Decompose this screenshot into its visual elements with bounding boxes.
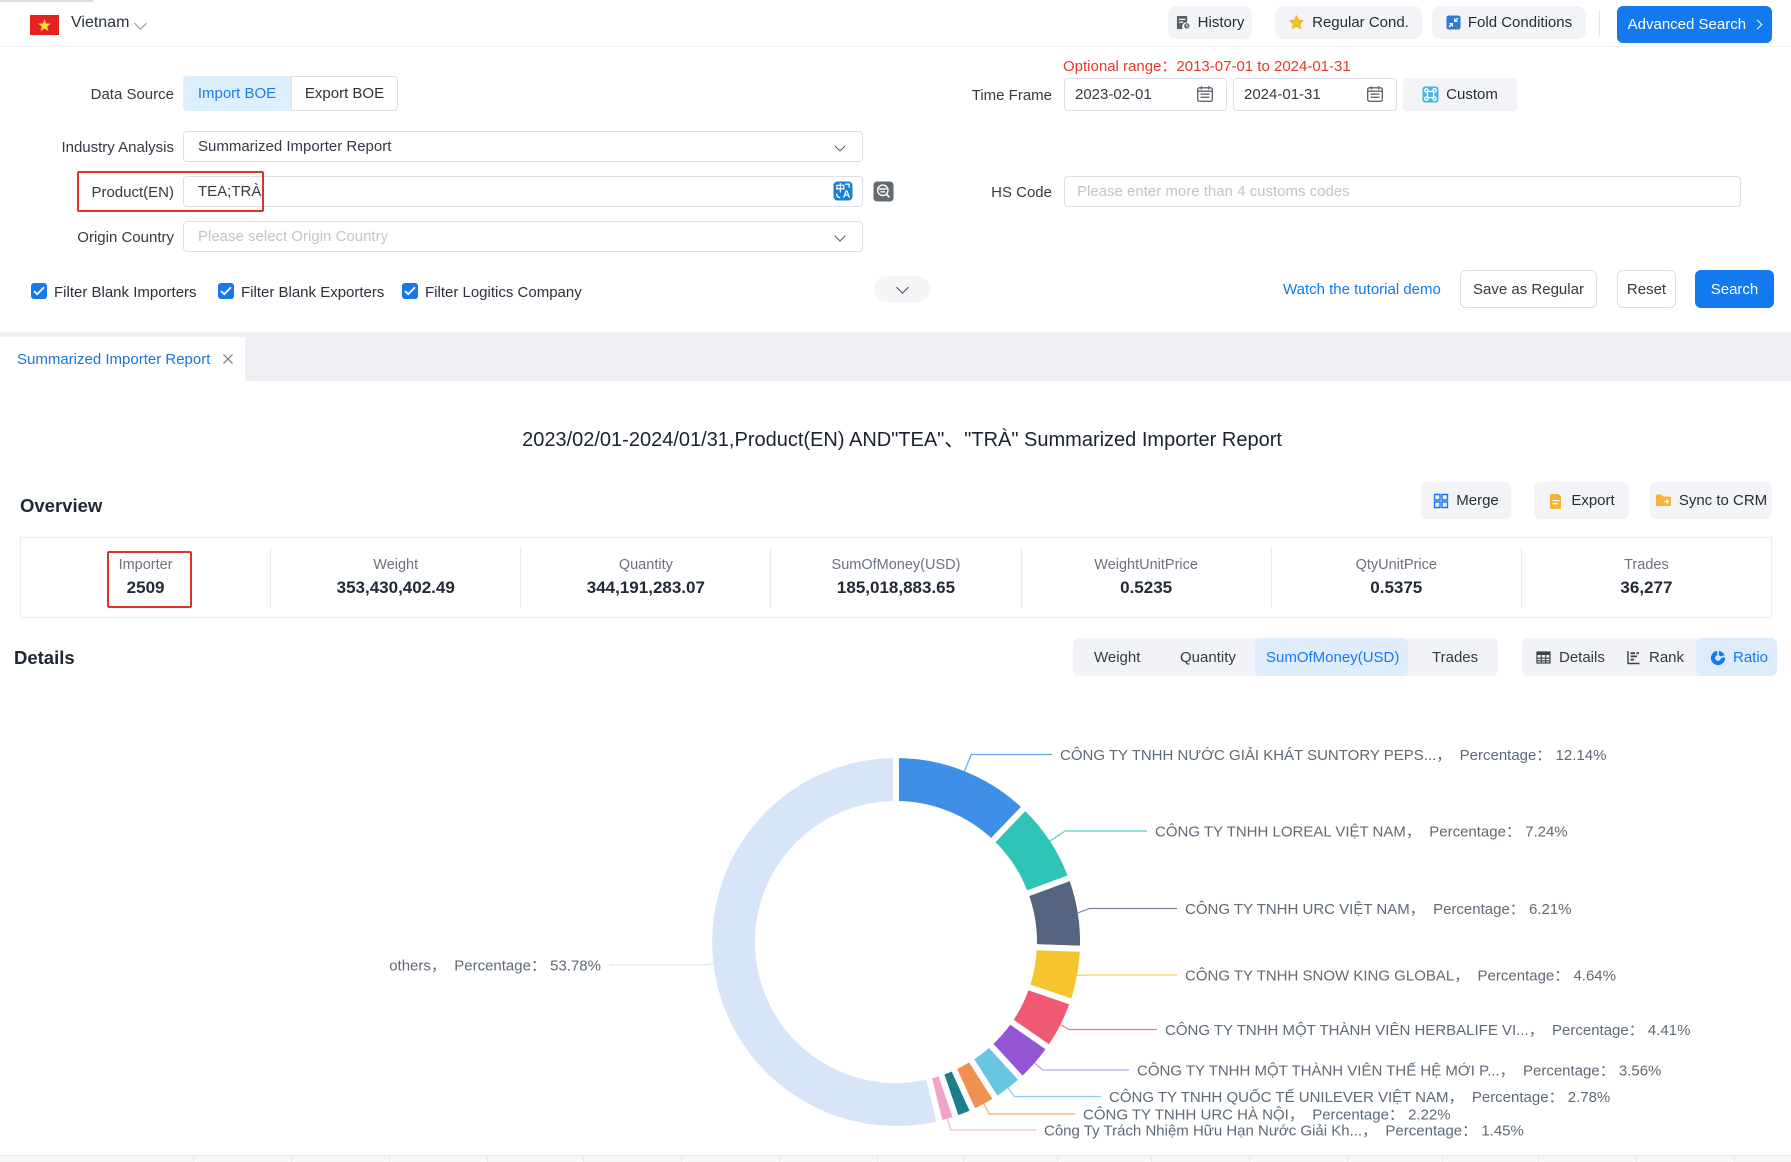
svg-text:CÔNG TY TNHH MỘT THÀNH VIÊN HE: CÔNG TY TNHH MỘT THÀNH VIÊN HERBALIFE VI… [1165, 1022, 1690, 1039]
svg-text:CÔNG TY TNHH SNOW KING GLOBAL，: CÔNG TY TNHH SNOW KING GLOBAL， Percentag… [1185, 968, 1616, 985]
svg-text:CÔNG TY TNHH NƯỚC GIẢI KHÁT SU: CÔNG TY TNHH NƯỚC GIẢI KHÁT SUNTORY PEPS… [1060, 747, 1606, 764]
svg-text:CÔNG TY TNHH URC VIỆT NAM， Pe: CÔNG TY TNHH URC VIỆT NAM， Percentage： 6… [1185, 901, 1572, 918]
svg-text:Công Ty Trách Nhiệm Hữu Hạn Nư: Công Ty Trách Nhiệm Hữu Hạn Nước Giải Kh… [1044, 1123, 1524, 1140]
svg-text:CÔNG TY TNHH LOREAL VIỆT NAM，: CÔNG TY TNHH LOREAL VIỆT NAM， Percentage… [1155, 824, 1568, 841]
svg-text:CÔNG TY TNHH MỘT THÀNH VIÊN TH: CÔNG TY TNHH MỘT THÀNH VIÊN THẾ HỆ MỚI P… [1137, 1063, 1661, 1080]
svg-text:A: A [843, 189, 851, 201]
svg-text:CÔNG TY TNHH URC HÀ NỘI， Perc: CÔNG TY TNHH URC HÀ NỘI， Percentage： 2.2… [1083, 1107, 1451, 1124]
svg-text:others， Percentage： 53.78%: others， Percentage： 53.78% [389, 958, 601, 975]
svg-text:CÔNG TY TNHH QUỐC TẾ UNILEVER: CÔNG TY TNHH QUỐC TẾ UNILEVER VIỆT NAM， … [1109, 1088, 1610, 1106]
